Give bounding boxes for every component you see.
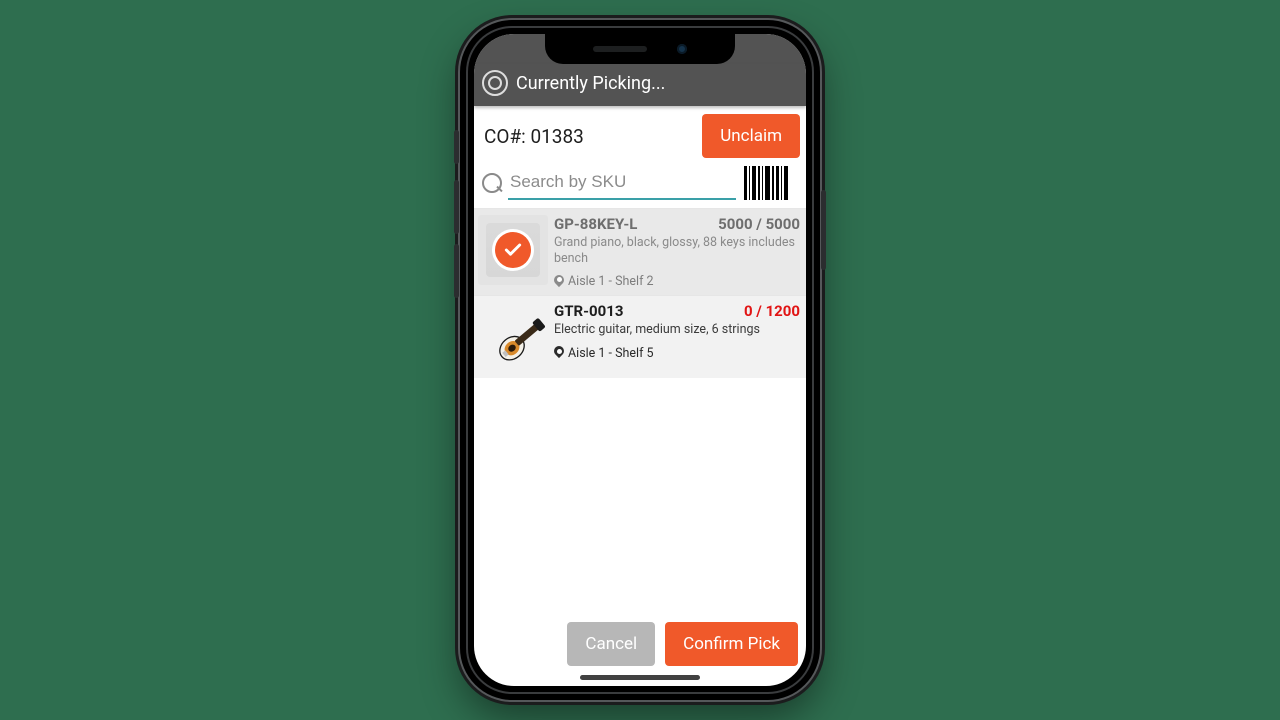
app-logo-icon	[482, 70, 508, 96]
location-pin-icon	[554, 346, 564, 360]
check-complete-icon	[495, 232, 531, 268]
app-bar: Currently Picking...	[474, 64, 806, 106]
barcode-scan-button[interactable]	[744, 166, 798, 200]
footer-actions: Cancel Confirm Pick	[474, 622, 806, 666]
search-row	[474, 166, 806, 208]
location-pin-icon	[554, 275, 564, 289]
item-description: Electric guitar, medium size, 6 strings	[554, 322, 800, 338]
item-thumbnail	[478, 215, 548, 285]
app-title: Currently Picking...	[516, 73, 665, 94]
list-item[interactable]: GTR-0013 0 / 1200 Electric guitar, mediu…	[474, 295, 806, 378]
item-sku: GP-88KEY-L	[554, 215, 637, 233]
home-indicator	[580, 675, 700, 680]
list-item[interactable]: GP-88KEY-L 5000 / 5000 Grand piano, blac…	[474, 208, 806, 295]
item-description: Grand piano, black, glossy, 88 keys incl…	[554, 235, 800, 266]
phone-frame: Currently Picking... CO#: 01383 Unclaim	[460, 20, 820, 700]
screen: Currently Picking... CO#: 01383 Unclaim	[474, 34, 806, 686]
confirm-pick-button[interactable]: Confirm Pick	[665, 622, 798, 666]
item-thumbnail	[478, 302, 548, 372]
item-location: Aisle 1 - Shelf 5	[568, 346, 654, 361]
item-location: Aisle 1 - Shelf 2	[568, 274, 654, 289]
order-bar: CO#: 01383 Unclaim	[474, 106, 806, 166]
cancel-button[interactable]: Cancel	[567, 622, 655, 666]
notch	[545, 34, 735, 64]
item-sku: GTR-0013	[554, 302, 623, 320]
item-qty: 0 / 1200	[744, 302, 800, 320]
unclaim-button[interactable]: Unclaim	[702, 114, 800, 158]
item-qty: 5000 / 5000	[718, 215, 800, 233]
order-number: CO#: 01383	[484, 125, 584, 148]
search-icon	[482, 173, 502, 193]
search-input[interactable]	[508, 166, 736, 200]
